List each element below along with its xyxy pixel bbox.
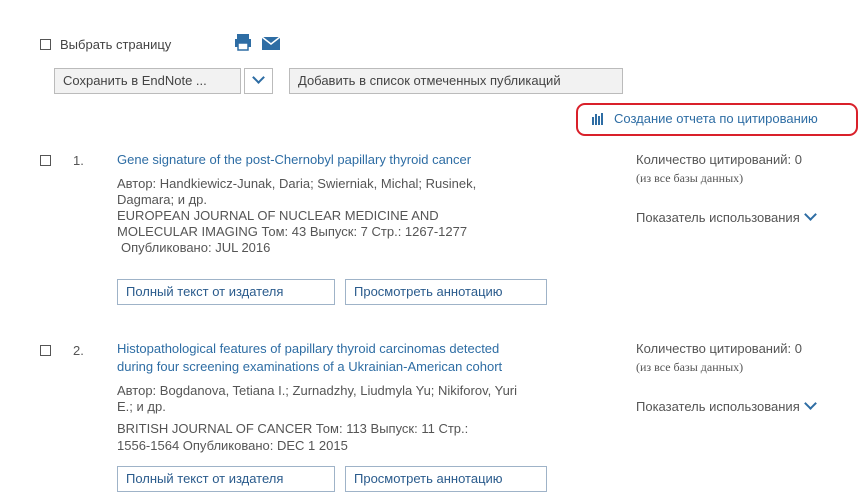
add-to-marked-list-button[interactable]: Добавить в список отмеченных публикаций: [289, 68, 623, 94]
record-1-abstract-button[interactable]: Просмотреть аннотацию: [345, 279, 547, 305]
record-1-abstract-label: Просмотреть аннотацию: [354, 284, 503, 299]
save-to-dropdown-button[interactable]: [244, 68, 273, 94]
record-1-full-text-label: Полный текст от издателя: [126, 284, 284, 299]
record-2-full-text-label: Полный текст от издателя: [126, 471, 284, 486]
bar-chart-icon: [592, 113, 604, 125]
record-2-title-line1[interactable]: Histopathological features of papillary …: [117, 340, 499, 358]
record-1-usage-toggle[interactable]: Показатель использования: [636, 208, 817, 225]
record-2-source-line2: 1556-1564 Опубликовано: DEC 1 2015: [117, 438, 348, 453]
select-page-checkbox[interactable]: [40, 39, 51, 50]
print-icon[interactable]: [234, 33, 252, 51]
record-1-published: Опубликовано: JUL 2016: [121, 240, 271, 255]
record-1-source-line1: EUROPEAN JOURNAL OF NUCLEAR MEDICINE AND: [117, 208, 439, 223]
chevron-down-icon: [803, 208, 817, 221]
record-2-citations-source: (из все базы данных): [636, 360, 744, 374]
record-1-authors-line2: Dagmara; и др.: [117, 192, 207, 207]
record-1-title[interactable]: Gene signature of the post-Chernobyl pap…: [117, 151, 471, 169]
record-2-number: 2.: [73, 343, 84, 358]
record-1-authors-line1: Автор: Handkiewicz-Junak, Daria; Swierni…: [117, 176, 477, 191]
record-2-full-text-button[interactable]: Полный текст от издателя: [117, 466, 335, 492]
record-1-citations-source: (из все базы данных): [636, 171, 744, 185]
record-2-usage-label: Показатель использования: [636, 399, 800, 414]
chevron-down-icon: [803, 397, 817, 410]
record-2-usage-toggle[interactable]: Показатель использования: [636, 397, 817, 414]
record-2-abstract-label: Просмотреть аннотацию: [354, 471, 503, 486]
record-2-title-line2[interactable]: during four screening examinations of a …: [117, 358, 502, 376]
record-2-abstract-button[interactable]: Просмотреть аннотацию: [345, 466, 547, 492]
chevron-down-icon: [252, 71, 265, 84]
record-1-usage-label: Показатель использования: [636, 210, 800, 225]
select-page-label: Выбрать страницу: [60, 37, 172, 52]
add-to-marked-list-label: Добавить в список отмеченных публикаций: [298, 73, 561, 88]
citation-report-link[interactable]: Создание отчета по цитированию: [614, 111, 818, 126]
save-to-select[interactable]: Сохранить в EndNote ...: [54, 68, 241, 94]
record-2-authors-line1: Автор: Bogdanova, Tetiana I.; Zurnadzhy,…: [117, 383, 518, 398]
email-icon[interactable]: [261, 36, 281, 50]
record-1-number: 1.: [73, 153, 84, 168]
record-1-citations: Количество цитирований: 0: [636, 152, 802, 167]
save-to-select-value: Сохранить в EndNote ...: [63, 73, 207, 88]
record-1-checkbox[interactable]: [40, 155, 51, 166]
record-2-authors-line2: E.; и др.: [117, 399, 166, 414]
record-1-source-line2: MOLECULAR IMAGING Том: 43 Выпуск: 7 Стр.…: [117, 224, 468, 239]
record-2-checkbox[interactable]: [40, 345, 51, 356]
record-2-source-line1: BRITISH JOURNAL OF CANCER Том: 113 Выпус…: [117, 421, 469, 436]
record-1-full-text-button[interactable]: Полный текст от издателя: [117, 279, 335, 305]
record-2-citations: Количество цитирований: 0: [636, 341, 802, 356]
